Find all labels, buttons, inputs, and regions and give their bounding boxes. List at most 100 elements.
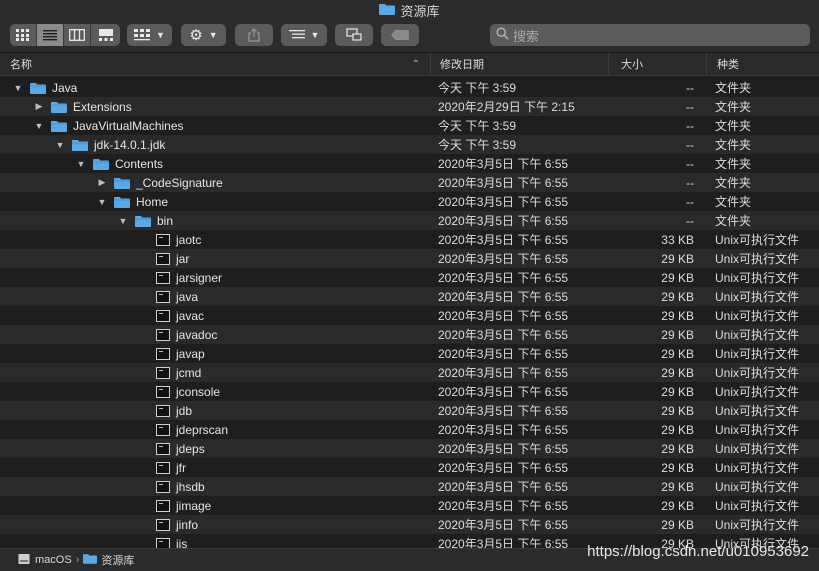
column-size-header[interactable]: 大小 <box>608 53 706 75</box>
arrange-button[interactable]: ▼ <box>281 24 327 46</box>
row-name-cell: jdeps <box>138 439 205 458</box>
table-row[interactable]: jhsdb 2020年3月5日 下午 6:55 29 KB Unix可执行文件 <box>0 477 819 496</box>
path-item-macos[interactable]: macOS <box>35 554 72 566</box>
column-size-label: 大小 <box>621 59 643 71</box>
group-by-button[interactable]: ▼ <box>127 24 172 46</box>
column-name-header[interactable]: 名称 ⌃ <box>0 53 430 75</box>
table-row[interactable]: jinfo 2020年3月5日 下午 6:55 29 KB Unix可执行文件 <box>0 515 819 534</box>
table-row[interactable]: ▼ Home 2020年3月5日 下午 6:55 -- 文件夹 <box>0 192 819 211</box>
chevron-down-icon: ▼ <box>208 30 218 40</box>
folder-icon <box>114 196 130 208</box>
row-date-cell: 2020年3月5日 下午 6:55 <box>438 347 569 361</box>
table-row[interactable]: jdb 2020年3月5日 下午 6:55 29 KB Unix可执行文件 <box>0 401 819 420</box>
row-size-cell: 29 KB <box>661 308 694 323</box>
share-button[interactable] <box>235 24 273 46</box>
row-name-label: jhsdb <box>176 479 205 494</box>
table-row[interactable]: jarsigner 2020年3月5日 下午 6:55 29 KB Unix可执行文件 <box>0 268 819 287</box>
search-field[interactable]: 搜索 <box>490 24 810 46</box>
table-row[interactable]: ▼ jdk-14.0.1.jdk 今天 下午 3:59 -- 文件夹 <box>0 135 819 154</box>
exec-file-icon <box>156 480 170 493</box>
row-kind-cell: Unix可执行文件 <box>715 442 800 456</box>
edit-tags-button[interactable] <box>381 24 419 46</box>
table-row[interactable]: javac 2020年3月5日 下午 6:55 29 KB Unix可执行文件 <box>0 306 819 325</box>
table-row[interactable]: jcmd 2020年3月5日 下午 6:55 29 KB Unix可执行文件 <box>0 363 819 382</box>
table-row[interactable]: ▶ _CodeSignature 2020年3月5日 下午 6:55 -- 文件夹 <box>0 173 819 192</box>
row-name-cell: jjs <box>138 534 187 548</box>
row-name-label: _CodeSignature <box>136 175 223 190</box>
row-name-cell: ▼ jdk-14.0.1.jdk <box>54 135 166 154</box>
row-name-label: jconsole <box>176 384 221 399</box>
list-view-button[interactable] <box>37 24 64 46</box>
folder-icon <box>51 101 67 113</box>
row-kind-cell: Unix可执行文件 <box>715 385 800 399</box>
screen-share-icon <box>346 28 362 41</box>
table-row[interactable]: jaotc 2020年3月5日 下午 6:55 33 KB Unix可执行文件 <box>0 230 819 249</box>
row-kind-cell: Unix可执行文件 <box>715 271 800 285</box>
row-kind-cell: 文件夹 <box>715 176 752 190</box>
row-name-label: jimage <box>176 498 212 513</box>
table-row[interactable]: ▶ Extensions 2020年2月29日 下午 2:15 -- 文件夹 <box>0 97 819 116</box>
table-row[interactable]: jdeprscan 2020年3月5日 下午 6:55 29 KB Unix可执行文件 <box>0 420 819 439</box>
table-row[interactable]: jfr 2020年3月5日 下午 6:55 29 KB Unix可执行文件 <box>0 458 819 477</box>
gallery-view-button[interactable] <box>91 24 120 46</box>
table-row[interactable]: jconsole 2020年3月5日 下午 6:55 29 KB Unix可执行文件 <box>0 382 819 401</box>
folder-icon <box>72 139 88 151</box>
column-kind-header[interactable]: 种类 <box>706 53 819 75</box>
disclosure-collapsed-icon[interactable]: ▶ <box>33 101 45 112</box>
disclosure-expanded-icon[interactable]: ▼ <box>117 216 129 226</box>
exec-file-icon <box>156 423 170 436</box>
list-icon <box>43 30 57 41</box>
exec-file-icon <box>156 347 170 360</box>
row-date-cell: 2020年3月5日 下午 6:55 <box>438 480 569 494</box>
column-header: 名称 ⌃ 修改日期 大小 种类 <box>0 53 819 76</box>
folder-icon <box>114 177 130 189</box>
table-row[interactable]: ▼ Contents 2020年3月5日 下午 6:55 -- 文件夹 <box>0 154 819 173</box>
row-kind-cell: 文件夹 <box>715 157 752 171</box>
row-size-cell: 29 KB <box>661 289 694 304</box>
row-name-cell: java <box>138 287 198 306</box>
path-item-library[interactable]: 资源库 <box>101 552 134 568</box>
row-date-cell: 2020年3月5日 下午 6:55 <box>438 366 569 380</box>
view-mode-segmented-control <box>10 24 120 46</box>
table-row[interactable]: ▼ bin 2020年3月5日 下午 6:55 -- 文件夹 <box>0 211 819 230</box>
disclosure-expanded-icon[interactable]: ▼ <box>33 121 45 131</box>
row-kind-cell: 文件夹 <box>715 195 752 209</box>
row-size-cell: 29 KB <box>661 441 694 456</box>
exec-file-icon <box>156 271 170 284</box>
tag-icon <box>391 30 409 40</box>
row-name-label: java <box>176 289 199 304</box>
row-name-label: JavaVirtualMachines <box>73 118 184 133</box>
column-view-button[interactable] <box>64 24 91 46</box>
icon-view-button[interactable] <box>10 24 37 46</box>
disclosure-expanded-icon[interactable]: ▼ <box>12 83 24 93</box>
row-size-cell: 29 KB <box>661 327 694 342</box>
watermark: https://blog.csdn.net/u010953692 <box>587 543 809 560</box>
action-menu-button[interactable]: ⚙ ▼ <box>181 24 226 46</box>
table-row[interactable]: ▼ Java 今天 下午 3:59 -- 文件夹 <box>0 78 819 97</box>
disclosure-collapsed-icon[interactable]: ▶ <box>96 177 108 188</box>
table-row[interactable]: javap 2020年3月5日 下午 6:55 29 KB Unix可执行文件 <box>0 344 819 363</box>
exec-file-icon <box>156 309 170 322</box>
disclosure-expanded-icon[interactable]: ▼ <box>96 197 108 207</box>
exec-file-icon <box>156 252 170 265</box>
connect-server-button[interactable] <box>335 24 373 46</box>
table-row[interactable]: jar 2020年3月5日 下午 6:55 29 KB Unix可执行文件 <box>0 249 819 268</box>
row-kind-cell: Unix可执行文件 <box>715 499 800 513</box>
row-name-label: jar <box>176 251 190 266</box>
table-row[interactable]: jdeps 2020年3月5日 下午 6:55 29 KB Unix可执行文件 <box>0 439 819 458</box>
disclosure-expanded-icon[interactable]: ▼ <box>54 140 66 150</box>
row-name-label: jdeprscan <box>176 422 229 437</box>
table-row[interactable]: jimage 2020年3月5日 下午 6:55 29 KB Unix可执行文件 <box>0 496 819 515</box>
row-size-cell: -- <box>686 156 694 171</box>
row-name-cell: jimage <box>138 496 211 515</box>
column-date-header[interactable]: 修改日期 <box>430 53 608 75</box>
row-date-cell: 2020年3月5日 下午 6:55 <box>438 195 569 209</box>
disclosure-expanded-icon[interactable]: ▼ <box>75 159 87 169</box>
gallery-icon <box>98 29 113 41</box>
row-kind-cell: Unix可执行文件 <box>715 366 800 380</box>
row-name-cell: jdeprscan <box>138 420 228 439</box>
table-row[interactable]: ▼ JavaVirtualMachines 今天 下午 3:59 -- 文件夹 <box>0 116 819 135</box>
table-row[interactable]: javadoc 2020年3月5日 下午 6:55 29 KB Unix可执行文件 <box>0 325 819 344</box>
table-row[interactable]: java 2020年3月5日 下午 6:55 29 KB Unix可执行文件 <box>0 287 819 306</box>
row-date-cell: 2020年3月5日 下午 6:55 <box>438 461 569 475</box>
